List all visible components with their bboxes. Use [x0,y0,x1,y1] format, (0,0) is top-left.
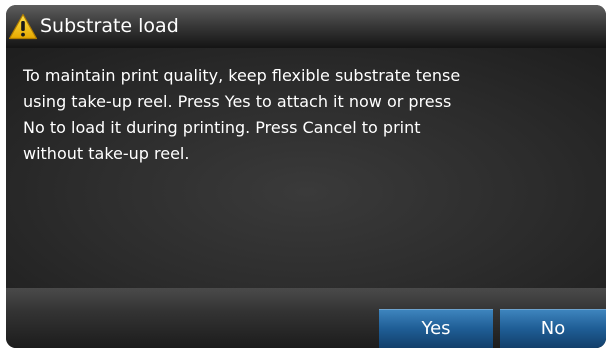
message-area: To maintain print quality, keep flexible… [6,48,606,288]
title-bar: Substrate load [6,5,606,48]
yes-button[interactable]: Yes [379,309,493,348]
dialog-title: Substrate load [40,15,179,37]
button-bar: Yes No [6,288,606,348]
dialog: Substrate load To maintain print quality… [6,5,606,348]
frame: Substrate load To maintain print quality… [0,0,612,353]
dialog-message: To maintain print quality, keep flexible… [23,66,461,163]
no-button[interactable]: No [500,309,606,348]
warning-triangle-icon [8,13,38,40]
